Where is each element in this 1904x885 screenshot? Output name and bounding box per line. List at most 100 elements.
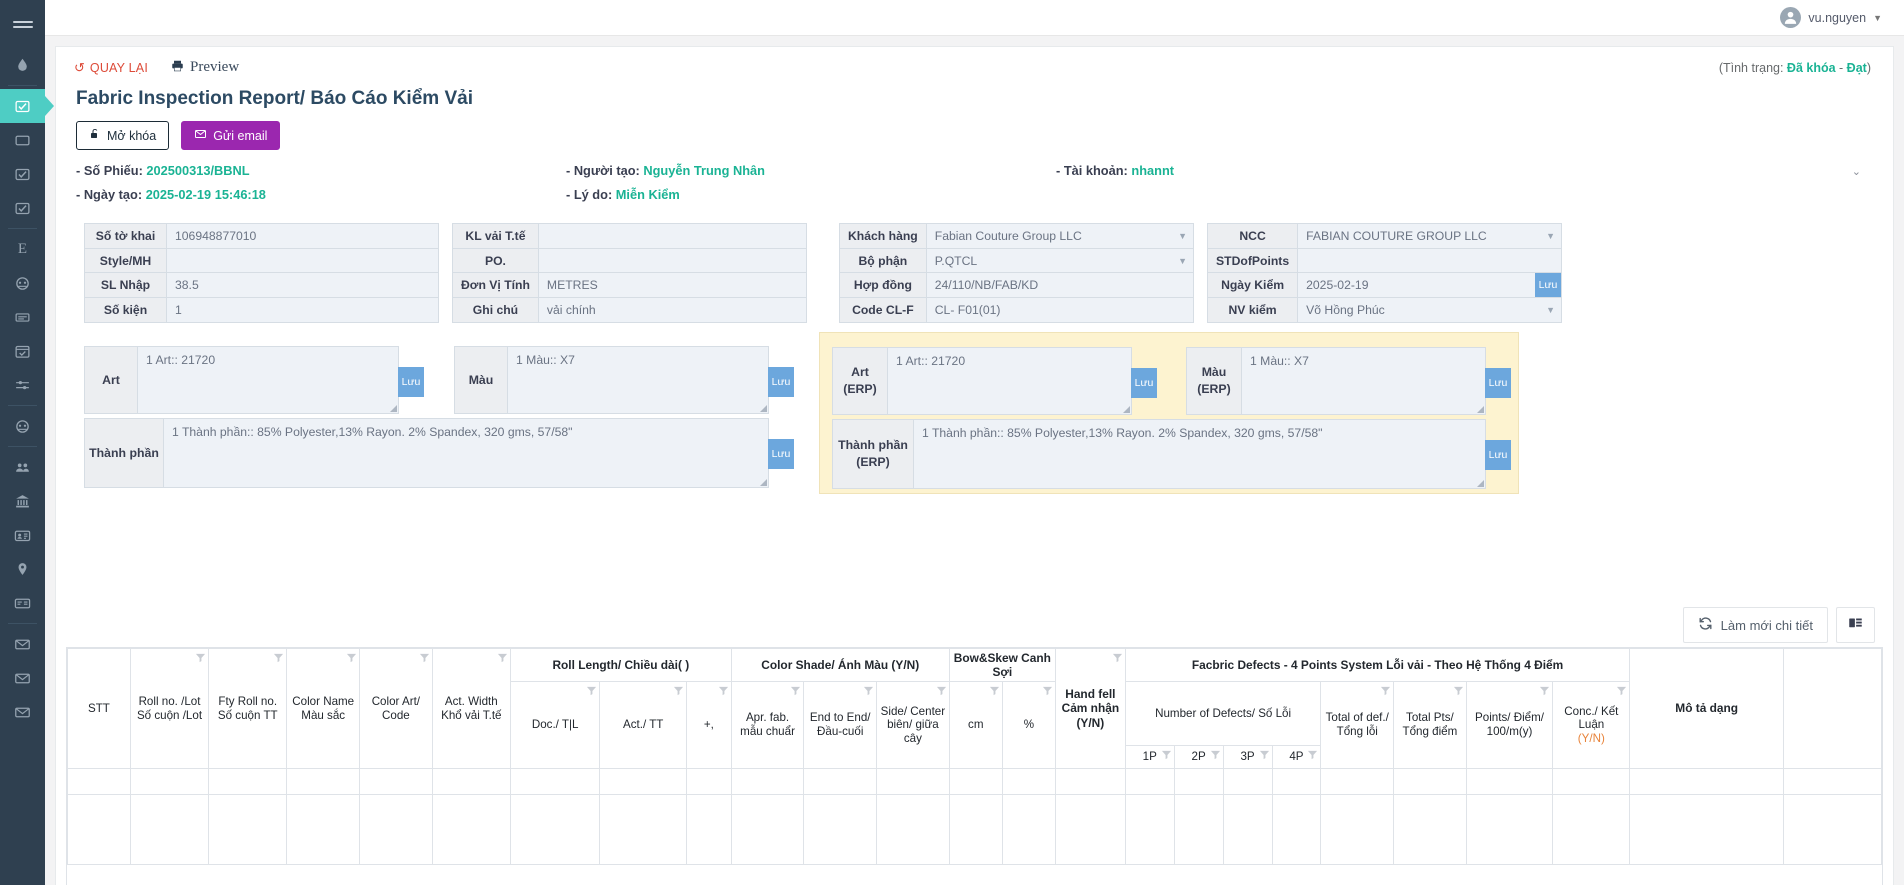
column-filter-icon[interactable] — [1112, 652, 1123, 666]
table-row[interactable] — [67, 794, 1882, 865]
table-cell-total_def[interactable] — [1320, 768, 1395, 795]
table-cell-side_center[interactable] — [876, 794, 950, 865]
table-cell-apr_fab[interactable] — [730, 768, 805, 795]
field-input[interactable] — [166, 247, 439, 274]
column-filter-icon[interactable] — [936, 685, 947, 700]
column-header-roll_no_lot[interactable]: Roll no. /Lot Số cuộn /Lot — [129, 648, 210, 769]
column-filter-icon[interactable] — [1307, 749, 1318, 764]
column-header-roll-length[interactable]: Roll Length/ Chiều dài( ) — [509, 648, 732, 683]
column-filter-icon[interactable] — [497, 652, 508, 667]
column-filter-icon[interactable] — [346, 652, 357, 667]
column-filter-icon[interactable] — [1210, 749, 1221, 764]
table-cell-p3[interactable] — [1222, 794, 1273, 865]
table-cell-hand_fell[interactable] — [1054, 794, 1126, 865]
column-filter-icon[interactable] — [273, 652, 284, 667]
table-cell-total_def[interactable] — [1320, 794, 1395, 865]
table-cell-act_tt[interactable] — [599, 768, 687, 795]
column-filter-icon[interactable] — [1539, 685, 1550, 700]
column-chooser-button[interactable] — [1836, 607, 1875, 643]
thanhphan-save-button[interactable]: Lưu — [768, 439, 794, 469]
mau-save-button[interactable]: Lưu — [768, 367, 794, 397]
sidebar-toggle[interactable] — [0, 0, 45, 48]
field-input[interactable] — [537, 247, 808, 274]
table-cell-stt[interactable] — [67, 794, 131, 865]
table-cell-fty_roll_no[interactable] — [208, 768, 288, 795]
inspection-grid[interactable]: STT Roll no. /Lot Số cuộn /Lot Fty Roll no… — [66, 647, 1883, 885]
column-filter-icon[interactable] — [195, 652, 206, 667]
field-input[interactable]: METRES — [537, 272, 808, 299]
column-filter-icon[interactable] — [1380, 685, 1391, 700]
field-input[interactable]: CL- F01(01) — [925, 297, 1195, 323]
sidebar-item-list[interactable] — [0, 300, 45, 334]
back-link[interactable]: ↺ QUAY LẠI — [74, 60, 148, 76]
table-cell-cm[interactable] — [948, 794, 1003, 865]
field-input[interactable]: 106948877010 — [166, 223, 439, 249]
field-input[interactable]: 24/110/NB/FAB/KD — [925, 272, 1195, 299]
table-cell-points_100[interactable] — [1465, 768, 1554, 795]
field-save-button[interactable]: Lưu — [1535, 273, 1561, 298]
field-input[interactable]: 1 — [166, 297, 439, 323]
chevron-down-icon[interactable]: ▼ — [1546, 231, 1555, 241]
table-cell-p3[interactable] — [1222, 768, 1273, 795]
table-cell-end_to_end[interactable] — [803, 794, 878, 865]
field-input[interactable] — [1297, 247, 1562, 274]
thanhphan-erp-save-button[interactable]: Lưu — [1485, 440, 1511, 470]
table-cell-pct[interactable] — [1001, 794, 1056, 865]
table-cell-color_name[interactable] — [286, 768, 361, 795]
table-cell-doc_tl[interactable] — [509, 794, 601, 865]
sidebar-item-users[interactable] — [0, 450, 45, 484]
table-cell-end_to_end[interactable] — [803, 768, 878, 795]
column-filter-icon[interactable] — [673, 685, 684, 700]
thanhphan-textarea[interactable]: 1 Thành phần:: 85% Polyester,13% Rayon. … — [163, 419, 768, 487]
table-cell-p2[interactable] — [1173, 768, 1224, 795]
table-cell-roll_no_lot[interactable] — [129, 768, 210, 795]
table-cell-conc[interactable] — [1552, 768, 1631, 795]
column-header-bow-skew[interactable]: Bow&Skew Canh Sợi — [948, 648, 1056, 683]
table-cell-color_art[interactable] — [359, 794, 433, 865]
column-header-mota[interactable]: Mô tả dạng — [1629, 648, 1785, 769]
table-cell-pct[interactable] — [1001, 768, 1056, 795]
unlock-button[interactable]: Mở khóa — [76, 121, 170, 150]
column-filter-icon[interactable] — [1616, 685, 1627, 700]
column-header-plus[interactable]: +, — [685, 681, 732, 769]
art-save-button[interactable]: Lưu — [398, 367, 424, 397]
column-header-p4[interactable]: 4P — [1271, 744, 1322, 770]
table-cell-last[interactable] — [1783, 768, 1882, 795]
art-erp-save-button[interactable]: Lưu — [1131, 368, 1157, 398]
sidebar-item-calendar[interactable] — [0, 334, 45, 368]
table-cell-conc[interactable] — [1552, 794, 1631, 865]
sidebar-item-bank[interactable] — [0, 484, 45, 518]
sidebar-item-checklist-1[interactable] — [0, 157, 45, 191]
sidebar-item-dashboard-2[interactable] — [0, 409, 45, 443]
column-header-color_art[interactable]: Color Art/ Code — [359, 648, 433, 769]
table-cell-stt[interactable] — [67, 768, 131, 795]
table-cell-total_pts[interactable] — [1393, 768, 1467, 795]
sidebar-item-sliders[interactable] — [0, 368, 45, 402]
chevron-down-icon[interactable]: ▼ — [1178, 256, 1187, 266]
sidebar-item-dashboard-1[interactable] — [0, 266, 45, 300]
table-cell-p1[interactable] — [1124, 794, 1175, 865]
field-select[interactable]: Võ Hồng Phúc ▼ — [1297, 297, 1562, 323]
field-input[interactable]: 2025-02-19 Lưu — [1297, 272, 1562, 299]
collapse-chevron-icon[interactable]: ⌄ — [1852, 165, 1861, 178]
table-cell-color_name[interactable] — [286, 794, 361, 865]
refresh-detail-button[interactable]: Làm mới chi tiết — [1682, 607, 1828, 643]
table-cell-p1[interactable] — [1124, 768, 1175, 795]
send-email-button[interactable]: Gửi email — [181, 121, 281, 150]
field-select[interactable]: Fabian Couture Group LLC ▼ — [925, 223, 1195, 249]
table-cell-act_width[interactable] — [431, 768, 511, 795]
sidebar-item-inspection[interactable] — [0, 89, 54, 123]
column-header-total_def[interactable]: Total of def./ Tổng lỗi — [1320, 681, 1395, 769]
table-cell-side_center[interactable] — [876, 768, 950, 795]
column-header-spacer[interactable] — [1783, 648, 1882, 769]
field-input[interactable] — [537, 223, 808, 249]
field-input[interactable]: 38.5 — [166, 272, 439, 299]
sidebar-item-mail-3[interactable] — [0, 695, 45, 729]
table-cell-color_art[interactable] — [359, 768, 433, 795]
chevron-down-icon[interactable]: ▼ — [1178, 231, 1187, 241]
column-filter-icon[interactable] — [1161, 749, 1172, 764]
preview-link[interactable]: Preview — [170, 59, 239, 76]
table-cell-total_pts[interactable] — [1393, 794, 1467, 865]
field-select[interactable]: P.QTCL ▼ — [925, 247, 1195, 274]
sidebar-item-mail-2[interactable] — [0, 661, 45, 695]
